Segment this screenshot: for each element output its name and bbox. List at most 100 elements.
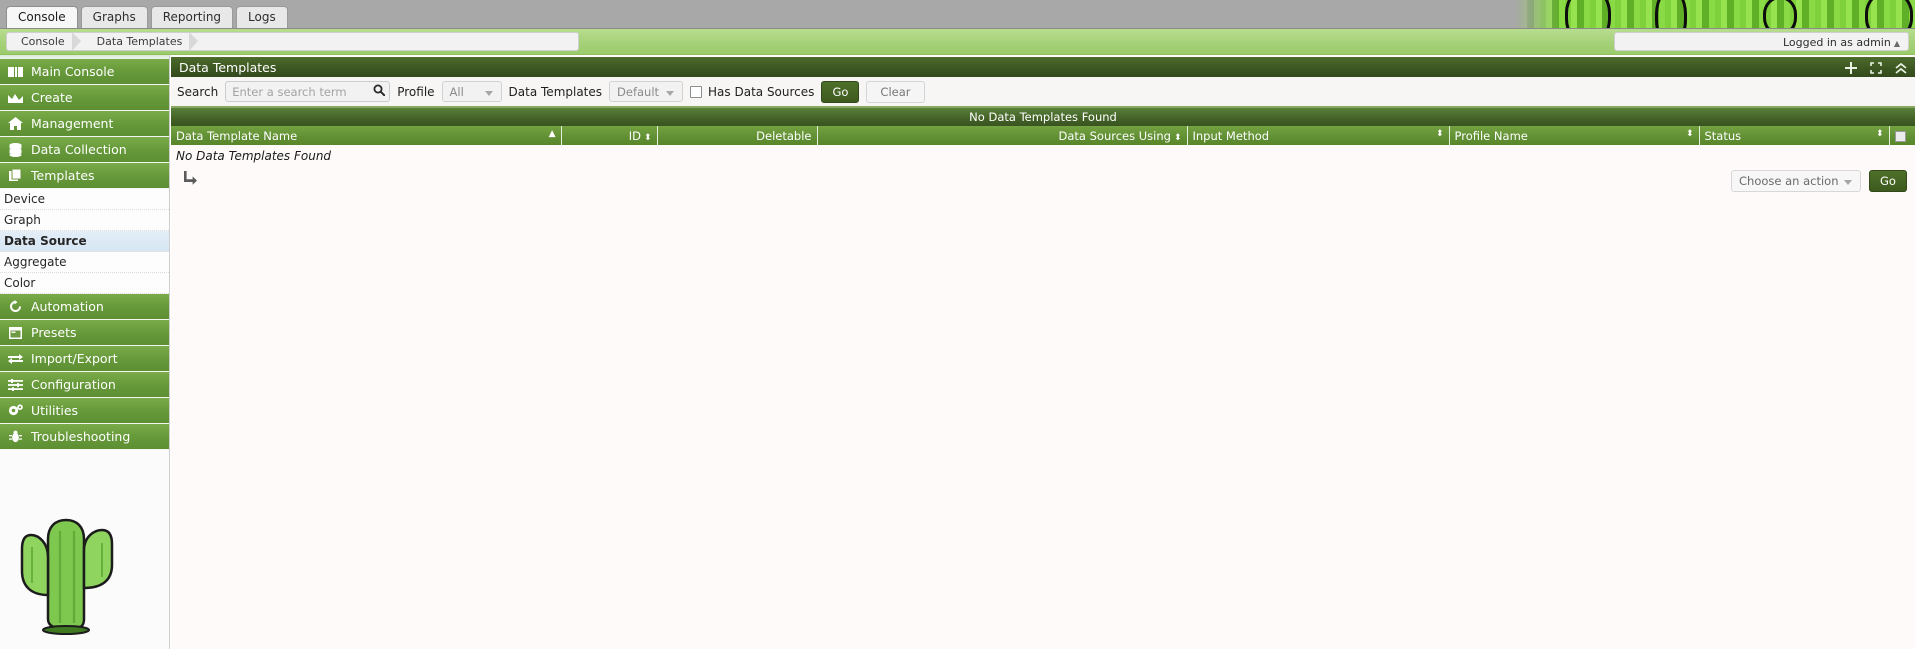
has-data-sources-checkbox-wrap[interactable]: Has Data Sources	[690, 85, 814, 99]
sidebar: Main Console Create Management Data Coll…	[0, 55, 170, 649]
bulk-action-select[interactable]: Choose an action	[1731, 170, 1861, 192]
column-header-select-all[interactable]	[1889, 126, 1915, 145]
column-header-status[interactable]: Status ⬍	[1699, 126, 1890, 145]
data-templates-label: Data Templates	[508, 84, 603, 99]
column-header-data-template-name[interactable]: Data Template Name ▲	[171, 126, 562, 145]
collapse-icon[interactable]	[1895, 62, 1907, 74]
tab-console[interactable]: Console	[6, 6, 78, 28]
bulk-action-go-button[interactable]: Go	[1869, 170, 1907, 192]
tab-logs[interactable]: Logs	[236, 6, 288, 28]
filter-clear-button[interactable]: Clear	[866, 80, 925, 103]
breadcrumb-bar: Console Data Templates Logged in as admi…	[0, 29, 1915, 55]
sidebar-label: Presets	[31, 324, 77, 340]
breadcrumb-item-data-templates[interactable]: Data Templates	[83, 33, 201, 50]
caret-up-icon: ▲	[1893, 39, 1900, 48]
search-field-wrap	[225, 81, 391, 102]
sidebar-item-templates[interactable]: Templates	[0, 163, 169, 189]
logged-in-user-menu[interactable]: Logged in as admin ▲	[1614, 32, 1909, 51]
expand-icon[interactable]	[1870, 62, 1882, 74]
page-title: Data Templates	[179, 60, 277, 75]
column-header-data-sources-using[interactable]: Data Sources Using ⬍	[817, 126, 1188, 145]
sidebar-label: Main Console	[31, 63, 115, 79]
sort-icon: ▲	[548, 128, 556, 139]
sidebar-label: Create	[31, 89, 73, 105]
tab-reporting[interactable]: Reporting	[150, 6, 234, 28]
sliders-icon	[8, 377, 23, 392]
refresh-icon	[8, 299, 23, 314]
filter-toolbar: Search Profile All Data Templates Defaul…	[171, 77, 1915, 108]
bug-icon	[8, 429, 23, 444]
sidebar-item-management[interactable]: Management	[0, 111, 169, 137]
breadcrumb-item-console[interactable]: Console	[7, 33, 83, 50]
sidebar-item-aggregate[interactable]: Aggregate	[0, 252, 169, 273]
database-icon	[8, 142, 23, 157]
sidebar-label: Management	[31, 115, 114, 131]
exchange-icon	[8, 351, 23, 366]
top-tab-bar: Console Graphs Reporting Logs	[0, 0, 1915, 29]
sidebar-item-data-source[interactable]: Data Source	[0, 231, 169, 252]
add-icon[interactable]	[1845, 62, 1857, 74]
column-label: Data Template Name	[176, 128, 298, 143]
data-templates-select-value: Default	[617, 85, 660, 99]
column-header-deletable[interactable]: Deletable	[657, 126, 818, 145]
action-controls: Choose an action Go	[1731, 170, 1907, 192]
sidebar-label: Automation	[31, 298, 104, 314]
panel-actions	[1845, 57, 1907, 79]
profile-select[interactable]: All	[441, 81, 502, 102]
data-templates-table: Data Template Name ▲ ID ⬍ Deletable Data S…	[171, 126, 1915, 166]
column-header-id[interactable]: ID ⬍	[561, 126, 658, 145]
sidebar-label: Import/Export	[31, 350, 118, 366]
sidebar-item-device[interactable]: Device	[0, 189, 169, 210]
profile-label: Profile	[397, 84, 435, 99]
column-header-profile-name[interactable]: Profile Name ⬍	[1449, 126, 1700, 145]
main-content: Data Templates Search Profile All Data T…	[171, 55, 1915, 649]
bulk-action-value: Choose an action	[1739, 174, 1839, 188]
column-label: Input Method	[1192, 128, 1270, 143]
column-label: Deletable	[756, 128, 812, 143]
empty-state-message: No Data Templates Found	[171, 145, 1915, 166]
tab-graphs[interactable]: Graphs	[80, 6, 148, 28]
sidebar-item-troubleshooting[interactable]: Troubleshooting	[0, 424, 169, 450]
sort-icon: ⬍	[1875, 128, 1884, 139]
sidebar-label: Troubleshooting	[31, 428, 131, 444]
bulk-action-row: Choose an action Go	[171, 166, 1915, 206]
sidebar-item-graph[interactable]: Graph	[0, 210, 169, 231]
sidebar-item-import-export[interactable]: Import/Export	[0, 346, 169, 372]
sort-icon: ⬍	[1435, 128, 1444, 139]
chart-icon	[8, 90, 23, 105]
empty-state-row: No Data Templates Found	[171, 145, 1915, 166]
data-templates-select[interactable]: Default	[609, 81, 684, 102]
cactus-logo	[0, 485, 169, 635]
table-header-row: Data Template Name ▲ ID ⬍ Deletable Data S…	[171, 126, 1915, 145]
sidebar-item-utilities[interactable]: Utilities	[0, 398, 169, 424]
sort-icon: ⬍	[1173, 132, 1182, 143]
sidebar-item-data-collection[interactable]: Data Collection	[0, 137, 169, 163]
sidebar-item-automation[interactable]: Automation	[0, 294, 169, 320]
sidebar-item-presets[interactable]: Presets	[0, 320, 169, 346]
table-body: No Data Templates Found	[171, 145, 1915, 166]
column-label: Status	[1704, 128, 1742, 143]
sidebar-item-create[interactable]: Create	[0, 85, 169, 111]
window-icon	[8, 325, 23, 340]
sidebar-label: Data Collection	[31, 141, 127, 157]
column-label: Profile Name	[1454, 128, 1528, 143]
has-data-sources-checkbox[interactable]	[690, 85, 703, 98]
sidebar-item-configuration[interactable]: Configuration	[0, 372, 169, 398]
filter-go-button[interactable]: Go	[821, 80, 860, 103]
sort-icon: ⬍	[1685, 128, 1694, 139]
search-input[interactable]	[225, 81, 391, 102]
has-data-sources-label: Has Data Sources	[708, 84, 815, 99]
sidebar-label: Configuration	[31, 376, 116, 392]
column-label: ID	[628, 128, 641, 143]
column-header-input-method[interactable]: Input Method ⬍	[1187, 126, 1450, 145]
cactus-banner-graphic	[1515, 0, 1915, 28]
sidebar-item-color[interactable]: Color	[0, 273, 169, 294]
profile-select-value: All	[449, 85, 464, 99]
book-icon	[8, 64, 23, 79]
sidebar-item-main-console[interactable]: Main Console	[0, 59, 169, 85]
layers-icon	[8, 168, 23, 183]
main-tabs: Console Graphs Reporting Logs	[6, 6, 288, 28]
select-all-checkbox[interactable]	[1894, 130, 1906, 142]
sidebar-label: Utilities	[31, 402, 79, 418]
home-icon	[8, 116, 23, 131]
